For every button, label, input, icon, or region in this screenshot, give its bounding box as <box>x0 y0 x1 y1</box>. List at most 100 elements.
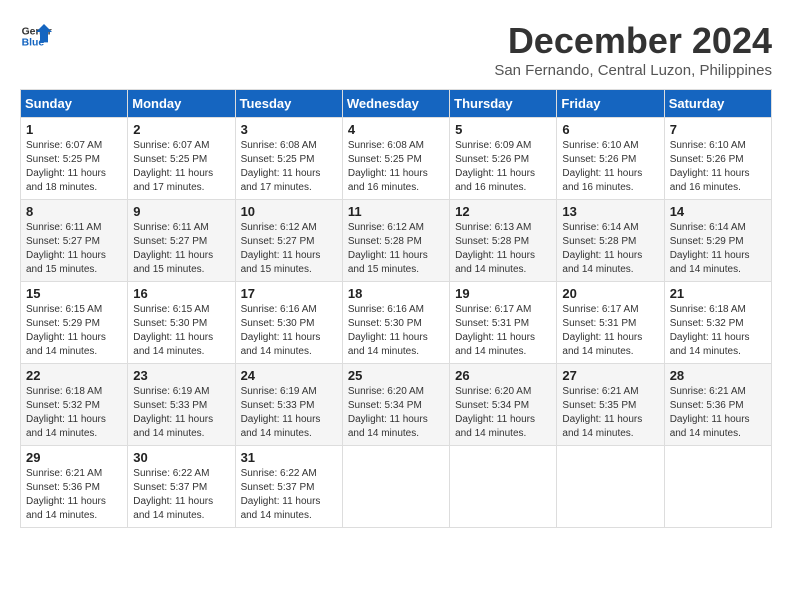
day-cell: 20 Sunrise: 6:17 AM Sunset: 5:31 PM Dayl… <box>557 282 664 364</box>
day-cell: 10 Sunrise: 6:12 AM Sunset: 5:27 PM Dayl… <box>235 200 342 282</box>
day-cell: 24 Sunrise: 6:19 AM Sunset: 5:33 PM Dayl… <box>235 364 342 446</box>
calendar-table: SundayMondayTuesdayWednesdayThursdayFrid… <box>20 89 772 528</box>
weekday-header-sunday: Sunday <box>21 90 128 118</box>
day-cell <box>450 446 557 528</box>
day-cell <box>557 446 664 528</box>
day-number: 3 <box>241 122 337 137</box>
day-cell: 11 Sunrise: 6:12 AM Sunset: 5:28 PM Dayl… <box>342 200 449 282</box>
day-number: 29 <box>26 450 122 465</box>
day-info: Sunrise: 6:22 AM Sunset: 5:37 PM Dayligh… <box>133 467 229 523</box>
day-number: 4 <box>348 122 444 137</box>
day-info: Sunrise: 6:21 AM Sunset: 5:36 PM Dayligh… <box>670 385 766 441</box>
weekday-header-saturday: Saturday <box>664 90 771 118</box>
day-number: 17 <box>241 286 337 301</box>
day-info: Sunrise: 6:10 AM Sunset: 5:26 PM Dayligh… <box>670 139 766 195</box>
day-info: Sunrise: 6:13 AM Sunset: 5:28 PM Dayligh… <box>455 221 551 277</box>
day-info: Sunrise: 6:10 AM Sunset: 5:26 PM Dayligh… <box>562 139 658 195</box>
day-number: 1 <box>26 122 122 137</box>
day-cell: 23 Sunrise: 6:19 AM Sunset: 5:33 PM Dayl… <box>128 364 235 446</box>
day-info: Sunrise: 6:12 AM Sunset: 5:27 PM Dayligh… <box>241 221 337 277</box>
week-row-1: 1 Sunrise: 6:07 AM Sunset: 5:25 PM Dayli… <box>21 118 772 200</box>
logo: General Blue <box>20 20 52 52</box>
day-cell: 14 Sunrise: 6:14 AM Sunset: 5:29 PM Dayl… <box>664 200 771 282</box>
day-number: 2 <box>133 122 229 137</box>
day-cell: 27 Sunrise: 6:21 AM Sunset: 5:35 PM Dayl… <box>557 364 664 446</box>
weekday-header-thursday: Thursday <box>450 90 557 118</box>
day-cell: 1 Sunrise: 6:07 AM Sunset: 5:25 PM Dayli… <box>21 118 128 200</box>
day-number: 18 <box>348 286 444 301</box>
day-info: Sunrise: 6:18 AM Sunset: 5:32 PM Dayligh… <box>26 385 122 441</box>
month-title: December 2024 <box>494 20 772 62</box>
day-number: 6 <box>562 122 658 137</box>
title-section: December 2024 San Fernando, Central Luzo… <box>494 20 772 79</box>
day-number: 10 <box>241 204 337 219</box>
day-cell: 21 Sunrise: 6:18 AM Sunset: 5:32 PM Dayl… <box>664 282 771 364</box>
day-info: Sunrise: 6:14 AM Sunset: 5:28 PM Dayligh… <box>562 221 658 277</box>
day-cell <box>664 446 771 528</box>
day-number: 26 <box>455 368 551 383</box>
day-cell: 18 Sunrise: 6:16 AM Sunset: 5:30 PM Dayl… <box>342 282 449 364</box>
day-number: 12 <box>455 204 551 219</box>
day-number: 19 <box>455 286 551 301</box>
day-info: Sunrise: 6:16 AM Sunset: 5:30 PM Dayligh… <box>348 303 444 359</box>
day-info: Sunrise: 6:07 AM Sunset: 5:25 PM Dayligh… <box>26 139 122 195</box>
day-number: 20 <box>562 286 658 301</box>
day-number: 13 <box>562 204 658 219</box>
location-title: San Fernando, Central Luzon, Philippines <box>494 62 772 79</box>
day-info: Sunrise: 6:15 AM Sunset: 5:29 PM Dayligh… <box>26 303 122 359</box>
day-number: 21 <box>670 286 766 301</box>
day-cell: 12 Sunrise: 6:13 AM Sunset: 5:28 PM Dayl… <box>450 200 557 282</box>
day-info: Sunrise: 6:22 AM Sunset: 5:37 PM Dayligh… <box>241 467 337 523</box>
day-cell: 30 Sunrise: 6:22 AM Sunset: 5:37 PM Dayl… <box>128 446 235 528</box>
day-info: Sunrise: 6:12 AM Sunset: 5:28 PM Dayligh… <box>348 221 444 277</box>
day-cell: 28 Sunrise: 6:21 AM Sunset: 5:36 PM Dayl… <box>664 364 771 446</box>
day-info: Sunrise: 6:14 AM Sunset: 5:29 PM Dayligh… <box>670 221 766 277</box>
day-info: Sunrise: 6:21 AM Sunset: 5:36 PM Dayligh… <box>26 467 122 523</box>
day-cell: 5 Sunrise: 6:09 AM Sunset: 5:26 PM Dayli… <box>450 118 557 200</box>
day-cell: 13 Sunrise: 6:14 AM Sunset: 5:28 PM Dayl… <box>557 200 664 282</box>
day-cell: 2 Sunrise: 6:07 AM Sunset: 5:25 PM Dayli… <box>128 118 235 200</box>
day-cell: 4 Sunrise: 6:08 AM Sunset: 5:25 PM Dayli… <box>342 118 449 200</box>
day-info: Sunrise: 6:11 AM Sunset: 5:27 PM Dayligh… <box>26 221 122 277</box>
day-cell: 9 Sunrise: 6:11 AM Sunset: 5:27 PM Dayli… <box>128 200 235 282</box>
week-row-4: 22 Sunrise: 6:18 AM Sunset: 5:32 PM Dayl… <box>21 364 772 446</box>
day-number: 9 <box>133 204 229 219</box>
day-cell: 22 Sunrise: 6:18 AM Sunset: 5:32 PM Dayl… <box>21 364 128 446</box>
day-number: 11 <box>348 204 444 219</box>
day-number: 28 <box>670 368 766 383</box>
week-row-2: 8 Sunrise: 6:11 AM Sunset: 5:27 PM Dayli… <box>21 200 772 282</box>
day-number: 15 <box>26 286 122 301</box>
day-info: Sunrise: 6:21 AM Sunset: 5:35 PM Dayligh… <box>562 385 658 441</box>
day-info: Sunrise: 6:08 AM Sunset: 5:25 PM Dayligh… <box>241 139 337 195</box>
day-cell: 8 Sunrise: 6:11 AM Sunset: 5:27 PM Dayli… <box>21 200 128 282</box>
day-cell: 3 Sunrise: 6:08 AM Sunset: 5:25 PM Dayli… <box>235 118 342 200</box>
logo-icon: General Blue <box>20 20 52 52</box>
day-info: Sunrise: 6:19 AM Sunset: 5:33 PM Dayligh… <box>133 385 229 441</box>
day-info: Sunrise: 6:11 AM Sunset: 5:27 PM Dayligh… <box>133 221 229 277</box>
day-cell: 16 Sunrise: 6:15 AM Sunset: 5:30 PM Dayl… <box>128 282 235 364</box>
day-cell: 29 Sunrise: 6:21 AM Sunset: 5:36 PM Dayl… <box>21 446 128 528</box>
day-number: 27 <box>562 368 658 383</box>
weekday-header-wednesday: Wednesday <box>342 90 449 118</box>
day-cell: 31 Sunrise: 6:22 AM Sunset: 5:37 PM Dayl… <box>235 446 342 528</box>
day-info: Sunrise: 6:09 AM Sunset: 5:26 PM Dayligh… <box>455 139 551 195</box>
day-info: Sunrise: 6:17 AM Sunset: 5:31 PM Dayligh… <box>562 303 658 359</box>
day-cell: 17 Sunrise: 6:16 AM Sunset: 5:30 PM Dayl… <box>235 282 342 364</box>
weekday-header-tuesday: Tuesday <box>235 90 342 118</box>
day-number: 22 <box>26 368 122 383</box>
day-number: 25 <box>348 368 444 383</box>
day-number: 16 <box>133 286 229 301</box>
day-cell: 19 Sunrise: 6:17 AM Sunset: 5:31 PM Dayl… <box>450 282 557 364</box>
day-cell: 7 Sunrise: 6:10 AM Sunset: 5:26 PM Dayli… <box>664 118 771 200</box>
day-number: 31 <box>241 450 337 465</box>
day-number: 24 <box>241 368 337 383</box>
day-info: Sunrise: 6:15 AM Sunset: 5:30 PM Dayligh… <box>133 303 229 359</box>
day-number: 7 <box>670 122 766 137</box>
weekday-header-friday: Friday <box>557 90 664 118</box>
day-info: Sunrise: 6:19 AM Sunset: 5:33 PM Dayligh… <box>241 385 337 441</box>
day-cell: 26 Sunrise: 6:20 AM Sunset: 5:34 PM Dayl… <box>450 364 557 446</box>
page-header: General Blue December 2024 San Fernando,… <box>20 20 772 79</box>
day-cell: 15 Sunrise: 6:15 AM Sunset: 5:29 PM Dayl… <box>21 282 128 364</box>
day-number: 8 <box>26 204 122 219</box>
weekday-header-row: SundayMondayTuesdayWednesdayThursdayFrid… <box>21 90 772 118</box>
